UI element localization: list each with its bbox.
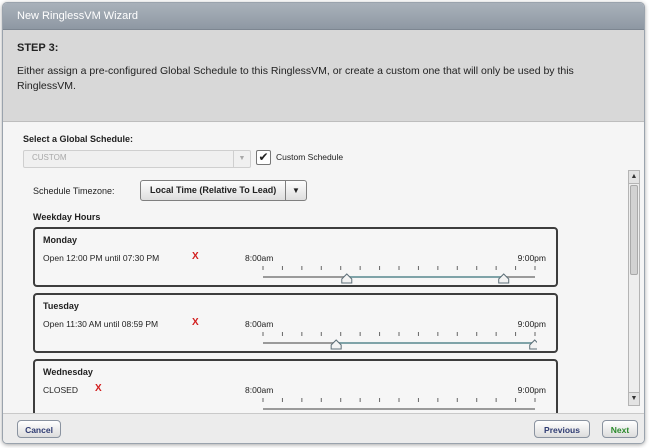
wizard-header: STEP 3: Either assign a pre-configured G… [3, 30, 644, 122]
day-panel-monday: Monday Open 12:00 PM until 07:30 PM X 8:… [33, 227, 558, 287]
global-schedule-select[interactable]: CUSTOM ▼ [23, 150, 251, 168]
global-schedule-value: CUSTOM [32, 153, 67, 162]
slider-open-handle[interactable] [330, 339, 342, 350]
wizard-footer: Cancel Previous Next [3, 413, 644, 443]
cancel-button[interactable]: Cancel [17, 420, 61, 438]
chevron-down-icon[interactable]: ▼ [285, 181, 306, 200]
previous-button[interactable]: Previous [534, 420, 590, 438]
step-description: Either assign a pre-configured Global Sc… [17, 65, 574, 92]
day-hours: Open 12:00 PM until 07:30 PM [43, 253, 160, 263]
step-title: STEP 3: [17, 42, 59, 54]
day-name: Monday [43, 235, 78, 245]
day-name: Wednesday [43, 367, 93, 377]
custom-schedule-label: Custom Schedule [276, 152, 344, 162]
custom-schedule-checkbox[interactable]: ✔ [256, 150, 271, 165]
slider-open-handle[interactable] [341, 273, 353, 284]
content-scrollbar[interactable]: ▲ ▼ [628, 170, 640, 406]
slider-end-label: 9:00pm [517, 319, 546, 329]
scrollbar-thumb[interactable] [630, 185, 638, 275]
day-name: Tuesday [43, 301, 79, 311]
slider-start-label: 8:00am [245, 319, 274, 329]
day-hours: CLOSED [43, 385, 78, 395]
timezone-label: Schedule Timezone: [33, 186, 115, 196]
wizard-content: Select a Global Schedule: CUSTOM ▼ ✔ Cus… [3, 123, 644, 423]
slider-start-label: 8:00am [245, 385, 274, 395]
timezone-value: Local Time (Relative To Lead) [150, 185, 277, 195]
global-schedule-label: Select a Global Schedule: [23, 134, 134, 144]
timezone-select[interactable]: Local Time (Relative To Lead) ▼ [140, 180, 307, 201]
weekday-hours-label: Weekday Hours [33, 212, 101, 222]
slider-close-handle[interactable] [498, 273, 510, 284]
scroll-down-icon[interactable]: ▼ [629, 392, 639, 405]
hours-slider[interactable] [261, 265, 537, 285]
remove-hours-button[interactable]: X [192, 317, 199, 328]
day-hours: Open 11:30 AM until 08:59 PM [43, 319, 159, 329]
hours-slider[interactable] [261, 331, 537, 351]
remove-hours-button[interactable]: X [95, 383, 102, 394]
wizard-window: New RinglessVM Wizard STEP 3: Either ass… [2, 2, 645, 444]
slider-end-label: 9:00pm [517, 253, 546, 263]
slider-close-handle[interactable] [529, 339, 537, 350]
remove-hours-button[interactable]: X [192, 251, 199, 262]
slider-start-label: 8:00am [245, 253, 274, 263]
scroll-up-icon[interactable]: ▲ [629, 171, 639, 184]
day-panel-tuesday: Tuesday Open 11:30 AM until 08:59 PM X 8… [33, 293, 558, 353]
chevron-down-icon[interactable]: ▼ [233, 151, 250, 167]
next-button[interactable]: Next [602, 420, 638, 438]
slider-end-label: 9:00pm [517, 385, 546, 395]
window-title: New RinglessVM Wizard [3, 3, 644, 30]
checkmark-icon: ✔ [258, 150, 269, 164]
